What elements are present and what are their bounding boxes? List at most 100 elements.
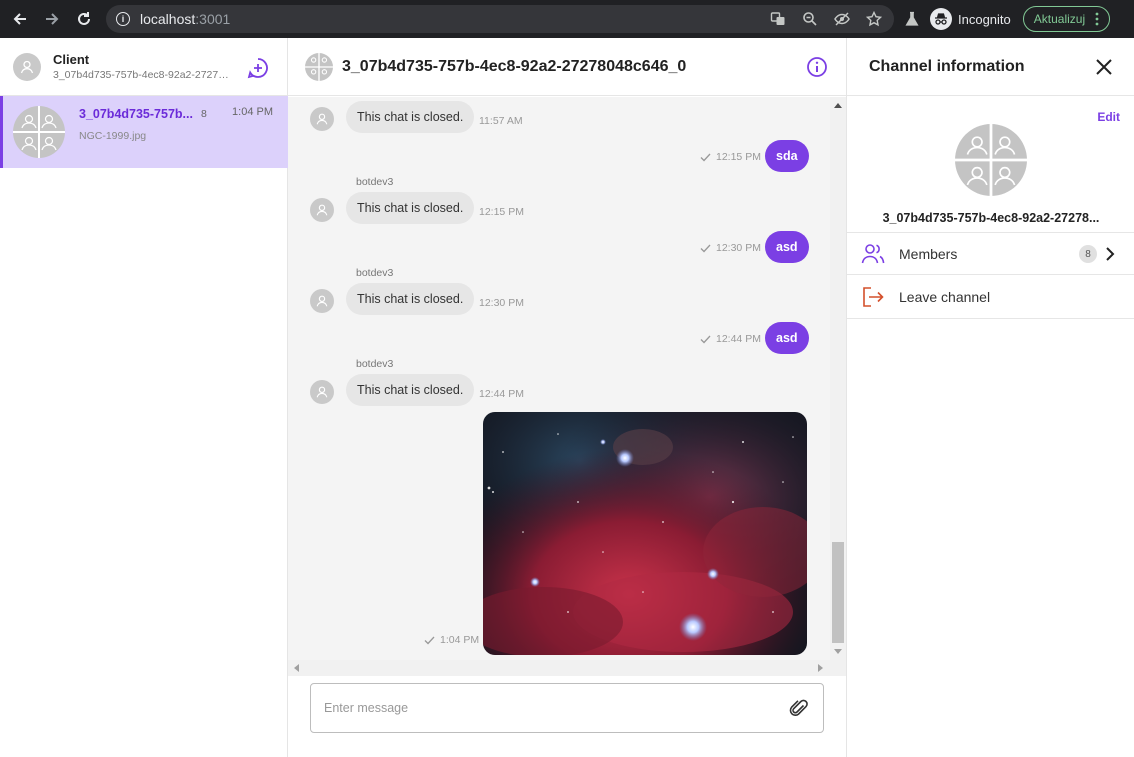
edit-channel-link[interactable]: Edit (1097, 110, 1120, 124)
sender-avatar (310, 198, 334, 222)
user-icon (316, 386, 328, 398)
update-label: Aktualizuj (1033, 12, 1086, 26)
chat-header: 3_07b4d735-757b-4ec8-92a2-27278048c646_0 (288, 38, 846, 96)
incognito-profile[interactable]: Incognito (930, 8, 1011, 30)
check-icon (700, 244, 711, 252)
message-list[interactable]: This chat is closed. 11:57 AM 12:15 PM s… (288, 97, 830, 660)
message-composer (310, 683, 824, 733)
leave-channel-label: Leave channel (899, 289, 991, 305)
chat-window: 3_07b4d735-757b-4ec8-92a2-27278048c646_0… (288, 38, 846, 757)
bookmark-star-icon[interactable] (860, 5, 888, 33)
close-icon (1096, 59, 1112, 75)
channel-avatar-icon (305, 52, 333, 81)
channel-time: 1:04 PM (232, 106, 273, 118)
attach-button[interactable] (789, 698, 809, 718)
back-button[interactable] (4, 3, 36, 35)
channel-info-panel: Channel information Edit 3_07b4d735-757b… (846, 38, 1134, 757)
sender-name: botdev3 (356, 176, 394, 188)
message-time: 12:44 PM (479, 388, 524, 400)
message-time: 11:57 AM (479, 115, 523, 127)
zoom-icon[interactable] (796, 5, 824, 33)
user-icon (20, 60, 34, 73)
message-bubble[interactable]: This chat is closed. (346, 101, 475, 133)
message-bubble[interactable]: This chat is closed. (346, 374, 475, 406)
scroll-down-arrow[interactable] (834, 649, 842, 654)
sender-avatar (310, 289, 334, 313)
message-time: 12:30 PM (479, 297, 524, 309)
browser-toolbar: i localhost:3001 Incognito Aktualizuj (0, 0, 1134, 38)
message-bubble[interactable]: This chat is closed. (346, 192, 475, 224)
reload-button[interactable] (68, 3, 100, 35)
check-icon (700, 153, 711, 161)
info-panel-title: Channel information (869, 57, 1025, 75)
user-icon (316, 113, 328, 125)
scroll-thumb[interactable] (832, 542, 844, 643)
vertical-scrollbar[interactable] (830, 97, 846, 660)
message-bubble-own[interactable]: asd (765, 322, 809, 354)
leave-channel-row[interactable]: Leave channel (847, 276, 1134, 319)
update-button[interactable]: Aktualizuj (1022, 6, 1111, 32)
scroll-left-arrow[interactable] (294, 664, 299, 672)
translate-icon[interactable] (764, 5, 792, 33)
channel-name: 3_07b4d735-757b-4ec8-92a2-27278... (882, 211, 1100, 225)
sender-avatar (310, 107, 334, 131)
paperclip-icon (789, 699, 808, 717)
new-channel-button[interactable] (247, 57, 269, 79)
reload-icon (78, 12, 90, 25)
message-time: 12:15 PM (700, 151, 761, 163)
scroll-right-arrow[interactable] (818, 664, 823, 672)
message-bubble-own[interactable]: sda (765, 140, 809, 172)
members-count-badge: 8 (1079, 245, 1097, 263)
message-time: 12:30 PM (700, 242, 761, 254)
incognito-label: Incognito (958, 11, 1011, 27)
user-icon (316, 295, 328, 307)
group-avatar-icon (13, 106, 65, 158)
arrow-right-icon (46, 13, 59, 25)
sender-name: botdev3 (356, 267, 394, 279)
members-label: Members (899, 245, 958, 262)
incognito-icon (930, 8, 952, 30)
info-panel-header: Channel information (847, 38, 1134, 96)
kebab-menu-icon (1095, 12, 1099, 26)
message-bubble[interactable]: This chat is closed. (346, 283, 475, 315)
message-bubble-own[interactable]: asd (765, 231, 809, 263)
add-chat-icon (247, 58, 268, 79)
message-input[interactable] (311, 684, 771, 732)
address-bar[interactable]: i localhost:3001 (106, 5, 894, 33)
channel-list-sidebar: Client 3_07b4d735-757b-4ec8-92a2-2727804… (0, 38, 288, 757)
close-panel-button[interactable] (1094, 57, 1114, 77)
check-icon (424, 636, 435, 644)
user-icon (316, 204, 328, 216)
sender-name: botdev3 (356, 358, 394, 370)
logout-icon (863, 287, 884, 307)
chat-title: 3_07b4d735-757b-4ec8-92a2-27278048c646_0 (342, 57, 687, 75)
channel-list-item[interactable]: 3_07b4d735-757b... 8 NGC-1999.jpg 1:04 P… (0, 96, 288, 168)
user-name: Client (53, 52, 90, 67)
chevron-right-icon (1106, 247, 1115, 261)
user-id: 3_07b4d735-757b-4ec8-92a2-27278048c646_0 (53, 69, 233, 81)
members-row[interactable]: Members 8 (847, 232, 1134, 275)
channel-info-button[interactable] (806, 56, 828, 78)
message-time: 12:15 PM (479, 206, 524, 218)
channel-title: 3_07b4d735-757b... 8 (79, 107, 207, 121)
image-attachment[interactable] (483, 412, 807, 655)
labs-flask-icon[interactable] (900, 3, 924, 35)
tracking-protection-icon[interactable] (828, 5, 856, 33)
arrow-left-icon (13, 13, 26, 25)
horizontal-scrollbar[interactable] (288, 660, 846, 676)
scroll-up-arrow[interactable] (834, 103, 842, 108)
members-icon (861, 243, 885, 263)
channel-group-avatar-icon (955, 124, 1027, 196)
message-time: 12:44 PM (700, 333, 761, 345)
check-icon (700, 335, 711, 343)
sender-avatar (310, 380, 334, 404)
nebula-image (483, 412, 807, 655)
sidebar-header: Client 3_07b4d735-757b-4ec8-92a2-2727804… (0, 38, 287, 96)
channel-last-message: NGC-1999.jpg (79, 130, 147, 142)
info-icon (807, 57, 827, 77)
forward-button[interactable] (36, 3, 68, 35)
user-avatar[interactable] (13, 52, 41, 81)
message-time: 1:04 PM (424, 634, 479, 646)
site-info-icon[interactable]: i (116, 12, 130, 26)
url-text: localhost:3001 (140, 11, 231, 27)
